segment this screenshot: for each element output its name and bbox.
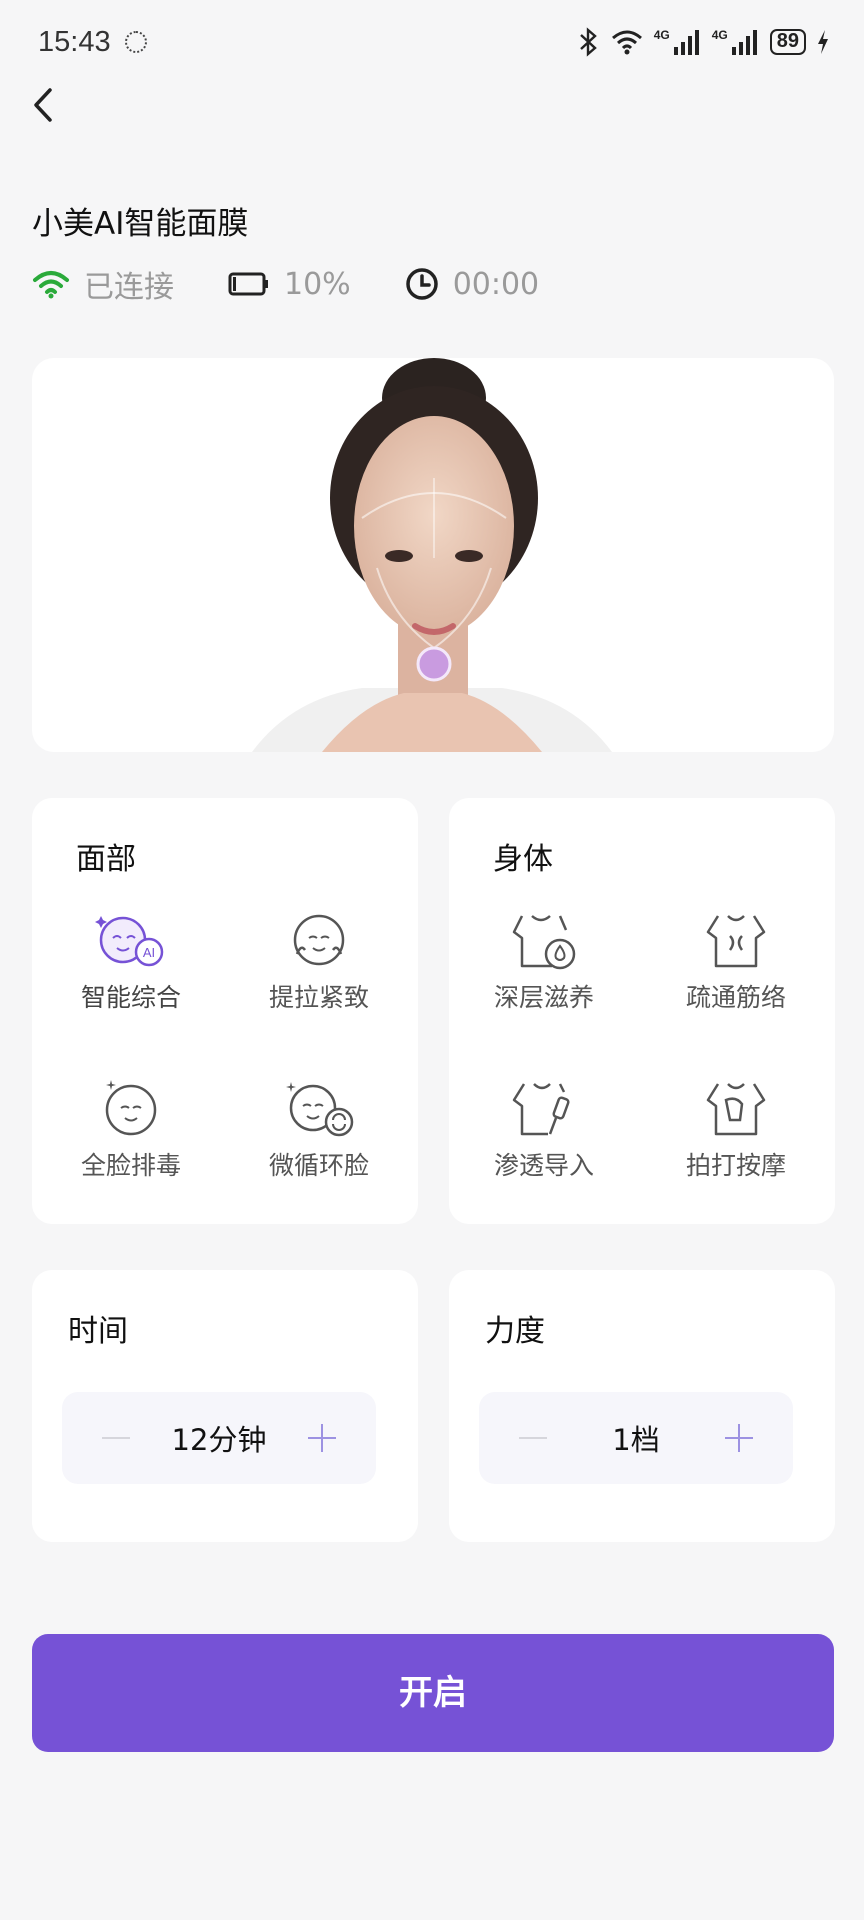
mode-smart-combo[interactable]: AI 智能综合 (56, 908, 206, 1014)
strength-title: 力度 (485, 1314, 545, 1349)
battery-level: 89 (769, 29, 806, 55)
body-infuse-icon (512, 1083, 570, 1136)
mode-full-detox[interactable]: 全脸排毒 (56, 1076, 206, 1182)
strength-value: 1档 (612, 1423, 660, 1457)
wifi-icon (611, 30, 642, 55)
sync-icon (124, 31, 147, 53)
increase-strength-button[interactable] (721, 1420, 757, 1456)
body-meridian-icon (706, 915, 766, 968)
status-bar: 15:43 4G 4G 89 (0, 0, 864, 84)
network-type-2: 4G (711, 28, 728, 42)
decrease-time-button[interactable] (98, 1420, 134, 1456)
strength-card: 力度 1档 (449, 1270, 835, 1542)
connection-label: 已连接 (84, 270, 174, 305)
mode-label: 智能综合 (80, 983, 181, 1012)
increase-time-button[interactable] (304, 1420, 340, 1456)
clock-icon (405, 268, 438, 300)
device-timer: 00:00 (405, 267, 539, 302)
body-mode-card: 身体 深层滋养 疏通筋络 渗透导入 拍打按摩 (449, 798, 835, 1224)
svg-text:AI: AI (143, 945, 155, 960)
connection-status: 已连接 (32, 262, 174, 306)
mode-deep-nourish[interactable]: 深层滋养 (469, 908, 619, 1014)
mode-label: 微循环脸 (268, 1151, 369, 1180)
mode-meridian[interactable]: 疏通筋络 (661, 908, 811, 1014)
body-section-title: 身体 (493, 842, 553, 877)
mode-label: 深层滋养 (493, 983, 594, 1012)
back-button[interactable] (26, 80, 66, 130)
signal-icon (673, 30, 699, 55)
body-massage-icon (706, 1083, 766, 1136)
mode-label: 全脸排毒 (80, 1151, 181, 1180)
device-battery: 10% (228, 267, 351, 302)
mode-label: 拍打按摩 (685, 1151, 786, 1180)
mode-lift-firm[interactable]: 提拉紧致 (244, 908, 394, 1014)
face-illustration (252, 358, 612, 752)
mode-infuse[interactable]: 渗透导入 (469, 1076, 619, 1182)
ai-face-icon: AI (95, 916, 164, 967)
status-time-group: 15:43 (38, 26, 147, 59)
face-mode-card: 面部 AI 智能综合 提拉紧致 全脸排毒 微循环脸 (32, 798, 418, 1224)
face-map-image (32, 358, 834, 752)
device-status-row: 已连接 10% 00:00 (32, 262, 539, 306)
time-card: 时间 12分钟 (32, 1270, 418, 1542)
chevron-left-icon (34, 88, 52, 122)
decrease-strength-button[interactable] (515, 1420, 551, 1456)
face-circulation-icon (286, 1082, 354, 1137)
mode-micro-circulation[interactable]: 微循环脸 (244, 1076, 394, 1182)
mode-label: 提拉紧致 (268, 983, 369, 1012)
time-title: 时间 (68, 1314, 128, 1349)
wifi-connected-icon (33, 271, 69, 299)
signal-icon (731, 30, 757, 55)
status-icons: 4G 4G 89 (578, 27, 830, 57)
face-detox-icon (105, 1080, 157, 1136)
mode-label: 渗透导入 (493, 1151, 594, 1180)
device-title: 小美AI智能面膜 (32, 206, 249, 242)
charging-icon (818, 30, 828, 54)
time-stepper: 12分钟 (62, 1392, 376, 1484)
body-nourish-icon (512, 915, 576, 970)
time-value: 12分钟 (171, 1423, 267, 1457)
timer-value: 00:00 (452, 266, 540, 302)
face-lift-icon (293, 914, 345, 966)
network-type-1: 4G (653, 28, 670, 42)
strength-stepper: 1档 (479, 1392, 793, 1484)
bluetooth-icon (579, 27, 597, 57)
battery-percent: 10% (284, 266, 351, 302)
start-button[interactable]: 开启 (32, 1634, 834, 1752)
status-time: 15:43 (38, 25, 111, 58)
face-section-title: 面部 (76, 842, 136, 877)
battery-icon (228, 272, 268, 296)
mode-pat-massage[interactable]: 拍打按摩 (661, 1076, 811, 1182)
mode-label: 疏通筋络 (685, 983, 786, 1012)
